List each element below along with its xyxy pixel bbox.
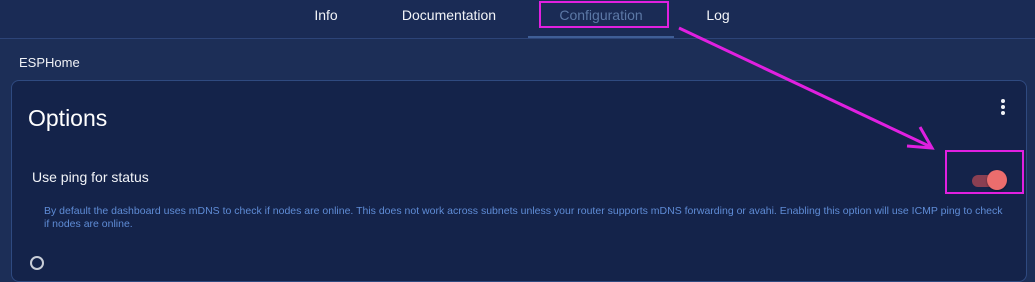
card-title: Options (28, 105, 108, 131)
more-vert-icon[interactable] (998, 99, 1008, 117)
option-description: By default the dashboard uses mDNS to ch… (44, 205, 1003, 230)
ping-status-toggle[interactable] (970, 170, 1007, 190)
radio-button[interactable] (30, 256, 44, 270)
options-card: Options Use ping for status By default t… (11, 80, 1027, 282)
tab-documentation[interactable]: Documentation (392, 0, 506, 38)
tab-configuration[interactable]: Configuration (528, 0, 674, 38)
toggle-thumb (987, 170, 1007, 190)
tab-log[interactable]: Log (696, 0, 740, 38)
section-title: ESPHome (19, 55, 80, 70)
option-label: Use ping for status (32, 169, 149, 185)
tab-info[interactable]: Info (304, 0, 348, 38)
tab-bar: Info Documentation Configuration Log (0, 0, 1035, 39)
